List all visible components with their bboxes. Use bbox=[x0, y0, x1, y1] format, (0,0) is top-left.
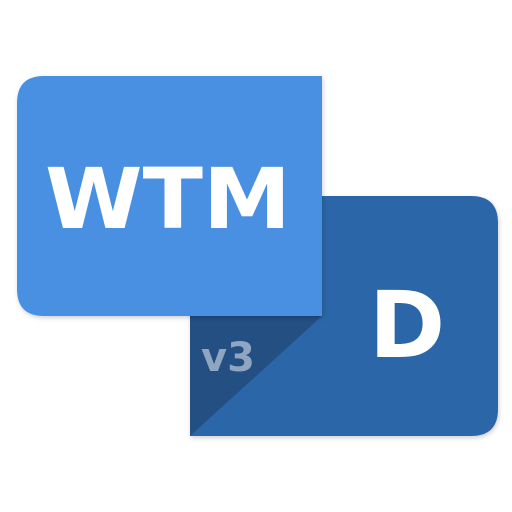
version-label: v3 bbox=[201, 335, 255, 381]
secondary-letter: D bbox=[369, 272, 445, 379]
app-logo: v3 D WTM bbox=[0, 0, 512, 512]
primary-wordmark: WTM bbox=[45, 150, 291, 248]
logo-graphic: v3 D WTM bbox=[17, 76, 498, 436]
